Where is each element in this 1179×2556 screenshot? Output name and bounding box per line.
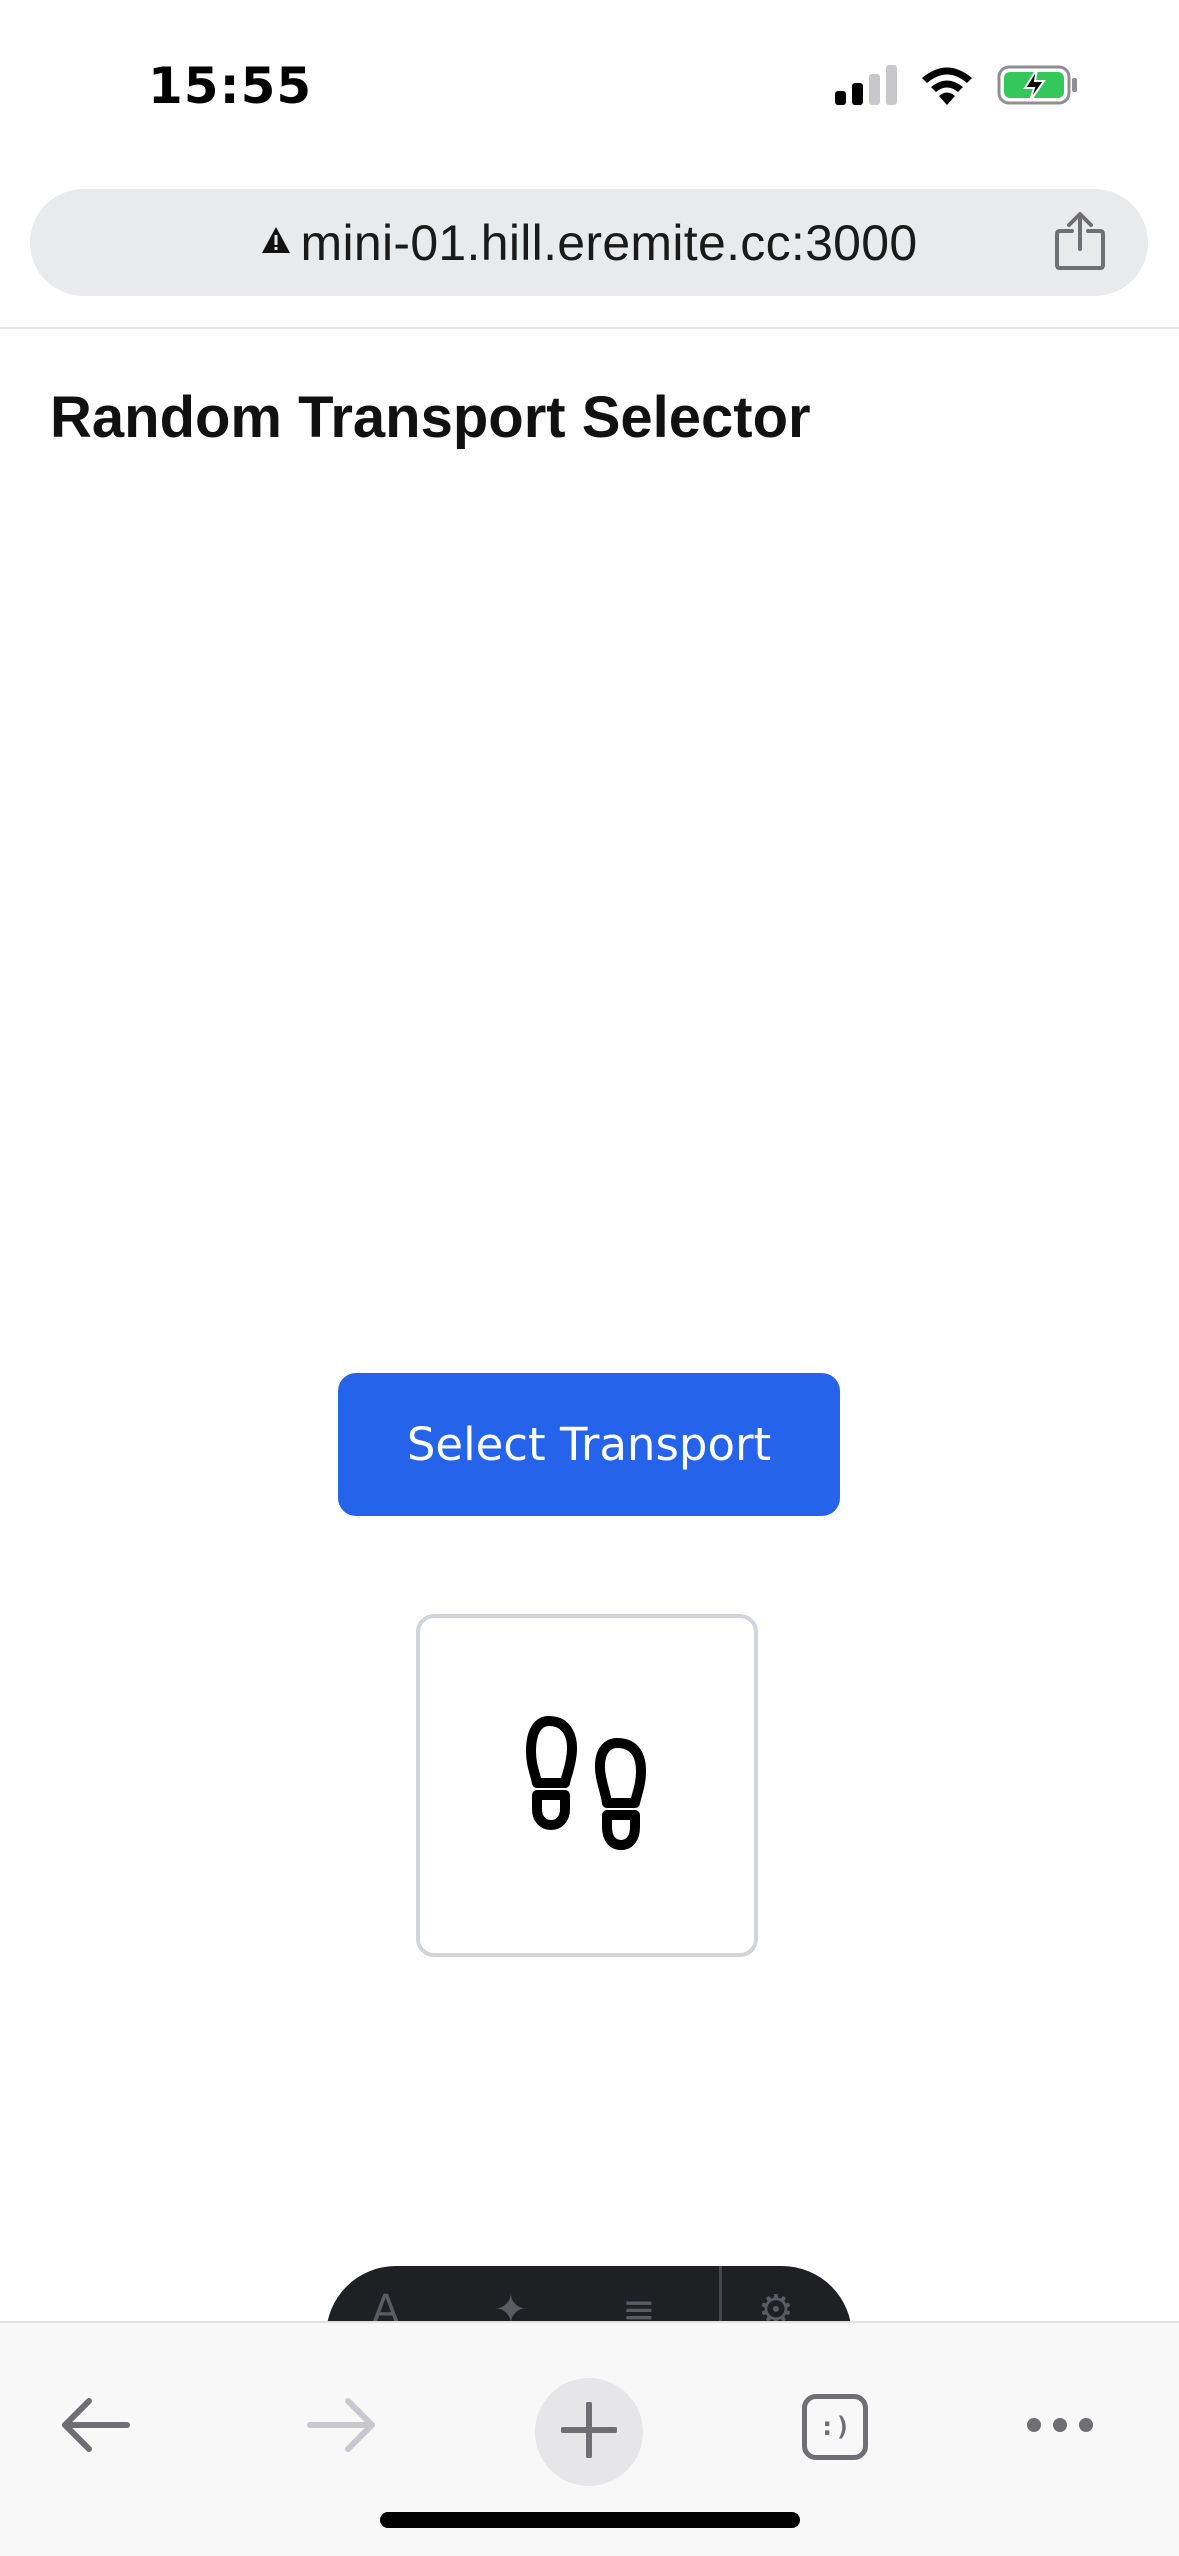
forward-button[interactable] — [302, 2387, 382, 2467]
share-button[interactable] — [1052, 211, 1108, 276]
select-transport-button[interactable]: Select Transport — [338, 1373, 840, 1516]
cellular-signal-icon — [835, 64, 897, 110]
transport-result-card — [416, 1614, 758, 1957]
battery-charging-icon — [997, 64, 1079, 111]
tabs-icon: :) — [802, 2394, 868, 2460]
address-bar[interactable]: mini-01.hill.eremite.cc:3000 — [30, 189, 1148, 296]
url-text[interactable]: mini-01.hill.eremite.cc:3000 — [301, 214, 918, 272]
wifi-icon — [919, 65, 975, 110]
share-icon — [1054, 211, 1106, 276]
plus-icon — [560, 2400, 618, 2463]
more-icon — [1024, 2415, 1096, 2440]
tabs-button[interactable]: :) — [795, 2387, 875, 2467]
more-button[interactable] — [1020, 2387, 1100, 2467]
status-bar: 15:55 — [0, 0, 1179, 170]
forward-arrow-icon — [306, 2397, 378, 2458]
back-arrow-icon — [59, 2397, 131, 2458]
status-time: 15:55 — [148, 57, 313, 115]
page-title: Random Transport Selector — [50, 385, 811, 450]
home-indicator — [380, 2512, 800, 2528]
back-button[interactable] — [55, 2387, 135, 2467]
status-icons — [835, 64, 1079, 110]
warning-icon — [261, 226, 291, 259]
new-tab-button[interactable] — [535, 2378, 643, 2486]
divider — [0, 327, 1179, 329]
footprints-icon — [525, 1715, 649, 1856]
tabs-glyph: :) — [819, 2412, 851, 2442]
